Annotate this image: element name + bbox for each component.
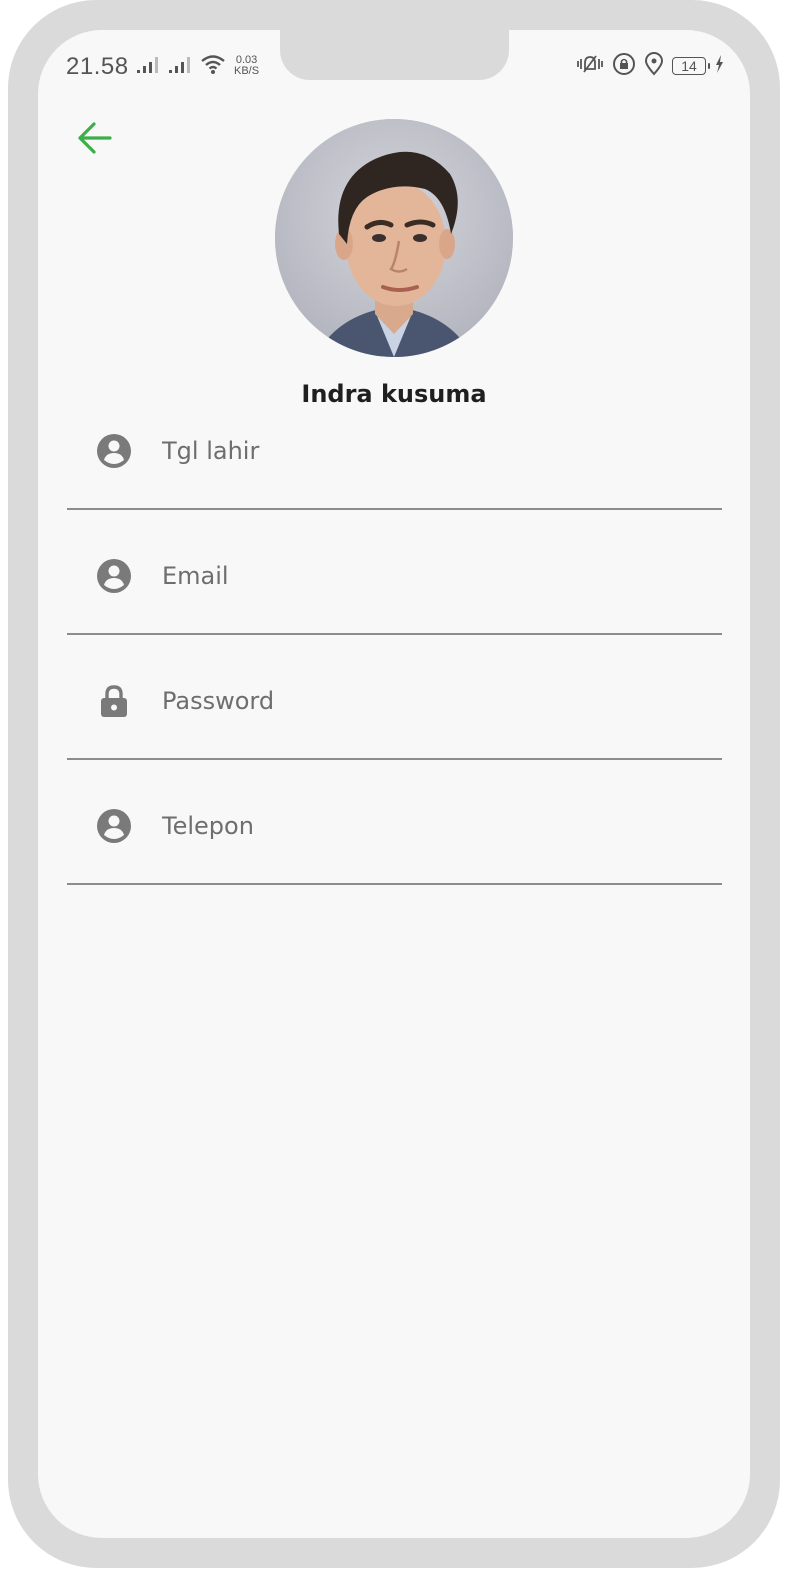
avatar-portrait — [275, 119, 513, 357]
rotation-lock-icon — [612, 52, 636, 80]
status-time: 21.58 — [66, 53, 129, 80]
battery-indicator: 14 — [672, 57, 710, 75]
arrow-left-icon — [76, 121, 112, 159]
birthdate-field — [67, 420, 722, 510]
password-field — [67, 670, 722, 760]
back-button[interactable] — [72, 118, 116, 162]
screen: 21.58 0.03 KB/S 14 Indra kusuma Tgl lahi… — [38, 30, 750, 1538]
phone-input[interactable] — [162, 803, 702, 849]
account-circle-icon — [96, 433, 132, 469]
vibrate-icon — [576, 53, 604, 79]
network-speed-unit: KB/S — [234, 65, 260, 77]
phone-frame: 21.58 0.03 KB/S 14 Indra kusuma Tgl lahi… — [8, 0, 780, 1568]
status-right-icons: 14 — [576, 52, 724, 80]
camera-notch — [280, 30, 509, 80]
signal-1-icon — [136, 54, 162, 78]
birthdate-input[interactable] — [162, 428, 702, 474]
wifi-icon — [200, 53, 226, 79]
account-circle-icon — [96, 808, 132, 844]
phone-field — [67, 795, 722, 885]
email-field — [67, 545, 722, 635]
status-left-icons: 0.03 KB/S — [136, 52, 259, 80]
password-input[interactable] — [162, 678, 702, 724]
avatar — [275, 119, 513, 357]
charging-icon — [714, 54, 724, 78]
account-circle-icon — [96, 558, 132, 594]
signal-2-icon — [168, 54, 194, 78]
lock-icon — [96, 683, 132, 719]
network-speed: 0.03 KB/S — [234, 55, 259, 77]
battery-level: 14 — [681, 58, 697, 74]
profile-name: Indra kusuma — [301, 380, 487, 408]
email-input[interactable] — [162, 553, 702, 599]
location-icon — [644, 52, 664, 80]
